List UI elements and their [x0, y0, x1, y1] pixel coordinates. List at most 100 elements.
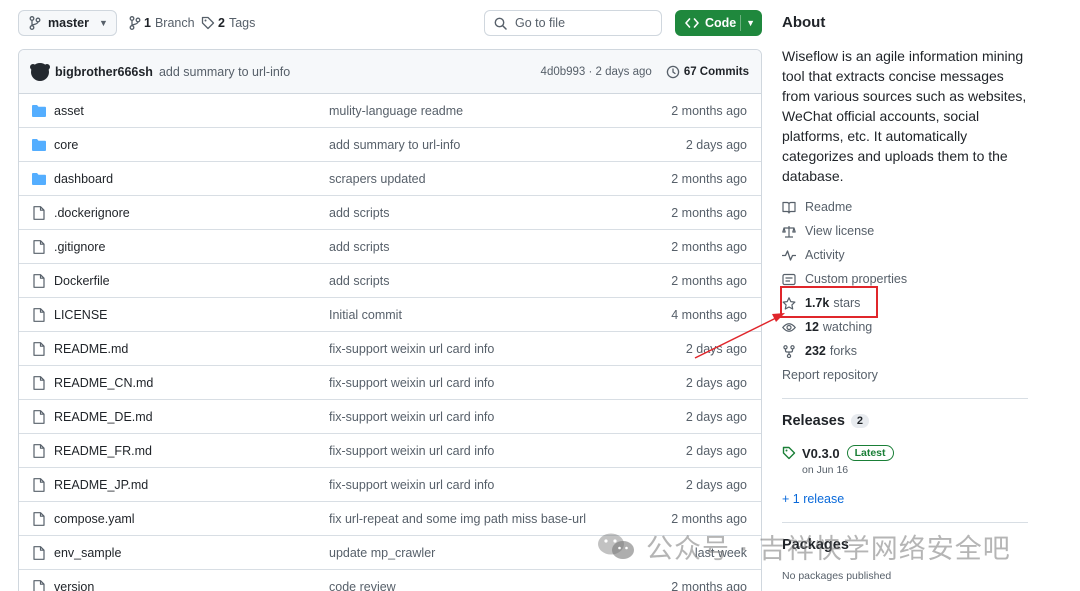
code-button[interactable]: Code ▼: [675, 10, 762, 36]
table-row[interactable]: dashboard scrapers updated 2 months ago: [19, 162, 761, 196]
table-row[interactable]: Dockerfile add scripts 2 months ago: [19, 264, 761, 298]
table-row[interactable]: asset mulity-language readme 2 months ago: [19, 94, 761, 128]
watermark-text: 公众号 · 吉祥快学网络安全吧: [646, 533, 1011, 565]
table-row[interactable]: .gitignore add scripts 2 months ago: [19, 230, 761, 264]
file-name-link[interactable]: core: [54, 138, 78, 152]
file-name-link[interactable]: README_CN.md: [54, 376, 153, 390]
tag-icon: [782, 446, 796, 460]
commit-message[interactable]: add summary to url-info: [159, 65, 290, 79]
file-commit-message-link[interactable]: mulity-language readme: [329, 104, 463, 118]
table-row[interactable]: README_FR.md fix-support weixin url card …: [19, 434, 761, 468]
table-row[interactable]: README_CN.md fix-support weixin url card …: [19, 366, 761, 400]
file-name-link[interactable]: Dockerfile: [54, 274, 110, 288]
code-icon: [685, 18, 699, 28]
file-commit-message-link[interactable]: fix-support weixin url card info: [329, 478, 494, 492]
file-commit-date: 2 months ago: [671, 171, 747, 186]
file-name-link[interactable]: version: [54, 580, 94, 591]
chevron-down-icon: ▼: [746, 18, 755, 28]
file-icon: [33, 308, 45, 322]
watching-link[interactable]: 12 watching: [782, 317, 872, 337]
file-commit-message-link[interactable]: fix url-repeat and some img path miss ba…: [329, 512, 586, 526]
file-name-link[interactable]: env_sample: [54, 546, 121, 560]
license-label: View license: [805, 224, 875, 238]
tag-icon: [201, 16, 215, 30]
branches-link[interactable]: 1 Branch: [129, 10, 195, 36]
watermark: 公众号 · 吉祥快学网络安全吧: [596, 528, 1011, 565]
table-row[interactable]: README_DE.md fix-support weixin url card …: [19, 400, 761, 434]
latest-commit-bar: bigbrother666sh add summary to url-info …: [19, 50, 761, 94]
branch-select-button[interactable]: master ▼: [18, 10, 117, 36]
table-row[interactable]: README.md fix-support weixin url card inf…: [19, 332, 761, 366]
file-name-link[interactable]: README_DE.md: [54, 410, 153, 424]
go-to-file-input[interactable]: Go to file: [484, 10, 662, 36]
file-commit-message-link[interactable]: fix-support weixin url card info: [329, 376, 494, 390]
releases-title: Releases: [782, 413, 845, 429]
table-row[interactable]: .dockerignore add scripts 2 months ago: [19, 196, 761, 230]
file-icon: [33, 580, 45, 591]
file-name-link[interactable]: README.md: [54, 342, 128, 356]
activity-link[interactable]: Activity: [782, 245, 845, 265]
file-name-link[interactable]: .dockerignore: [54, 206, 130, 220]
file-name-link[interactable]: LICENSE: [54, 308, 108, 322]
tags-link[interactable]: 2 Tags: [201, 10, 255, 36]
file-icon: [33, 206, 45, 220]
file-commit-date: 2 months ago: [671, 579, 747, 591]
code-button-divider: [740, 15, 741, 31]
commit-hash-time[interactable]: 4d0b993 · 2 days ago: [541, 66, 652, 78]
go-to-file-placeholder: Go to file: [515, 16, 566, 30]
release-version: V0.3.0: [802, 445, 840, 461]
table-row[interactable]: version code review 2 months ago: [19, 570, 761, 591]
commit-author[interactable]: bigbrother666sh: [55, 65, 153, 79]
activity-label: Activity: [805, 248, 845, 262]
history-icon: [666, 65, 680, 79]
chevron-down-icon: ▼: [99, 18, 108, 28]
forks-link[interactable]: 232 forks: [782, 341, 857, 361]
file-commit-message-link[interactable]: update mp_crawler: [329, 546, 435, 560]
folder-icon: [32, 173, 46, 185]
avatar[interactable]: [30, 62, 50, 81]
more-releases-link[interactable]: + 1 release: [782, 492, 844, 506]
releases-count-badge: 2: [850, 414, 870, 428]
file-commit-message-link[interactable]: fix-support weixin url card info: [329, 410, 494, 424]
file-commit-date: 2 months ago: [671, 239, 747, 254]
file-commit-message-link[interactable]: add scripts: [329, 274, 389, 288]
file-name-link[interactable]: dashboard: [54, 172, 113, 186]
file-commit-message-link[interactable]: Initial commit: [329, 308, 402, 322]
file-commit-message-link[interactable]: scrapers updated: [329, 172, 426, 186]
table-row[interactable]: core add summary to url-info 2 days ago: [19, 128, 761, 162]
branches-count: 1: [144, 16, 151, 30]
commits-history-link[interactable]: 67 Commits: [666, 65, 749, 79]
file-commit-message-link[interactable]: fix-support weixin url card info: [329, 342, 494, 356]
releases-heading[interactable]: Releases 2: [782, 413, 870, 429]
file-commit-message-link[interactable]: fix-support weixin url card info: [329, 444, 494, 458]
branch-icon: [29, 16, 41, 30]
file-name-link[interactable]: README_JP.md: [54, 478, 148, 492]
table-row[interactable]: README_JP.md fix-support weixin url card …: [19, 468, 761, 502]
file-icon: [33, 512, 45, 526]
file-name-link[interactable]: asset: [54, 104, 84, 118]
file-name-link[interactable]: README_FR.md: [54, 444, 152, 458]
file-icon: [33, 274, 45, 288]
note-icon: [782, 273, 796, 285]
report-repository-link[interactable]: Report repository: [782, 368, 878, 382]
stars-highlight-box: [780, 286, 878, 318]
file-commit-date: 2 months ago: [671, 273, 747, 288]
file-commit-message-link[interactable]: code review: [329, 580, 396, 591]
file-commit-message-link[interactable]: add summary to url-info: [329, 138, 460, 152]
table-row[interactable]: LICENSE Initial commit 4 months ago: [19, 298, 761, 332]
folder-icon: [32, 139, 46, 151]
book-icon: [782, 201, 796, 214]
file-commit-message-link[interactable]: add scripts: [329, 206, 389, 220]
file-name-link[interactable]: .gitignore: [54, 240, 105, 254]
file-commit-date: 2 days ago: [685, 409, 747, 424]
branch-name: master: [48, 16, 89, 30]
license-link[interactable]: View license: [782, 221, 874, 241]
latest-badge: Latest: [846, 445, 894, 461]
file-commit-message-link[interactable]: add scripts: [329, 240, 389, 254]
file-name-link[interactable]: compose.yaml: [54, 512, 135, 526]
file-icon: [33, 410, 45, 424]
scale-icon: [782, 225, 796, 238]
forks-count: 232: [805, 344, 826, 358]
latest-release[interactable]: V0.3.0 Latest: [782, 445, 894, 461]
readme-link[interactable]: Readme: [782, 197, 852, 217]
